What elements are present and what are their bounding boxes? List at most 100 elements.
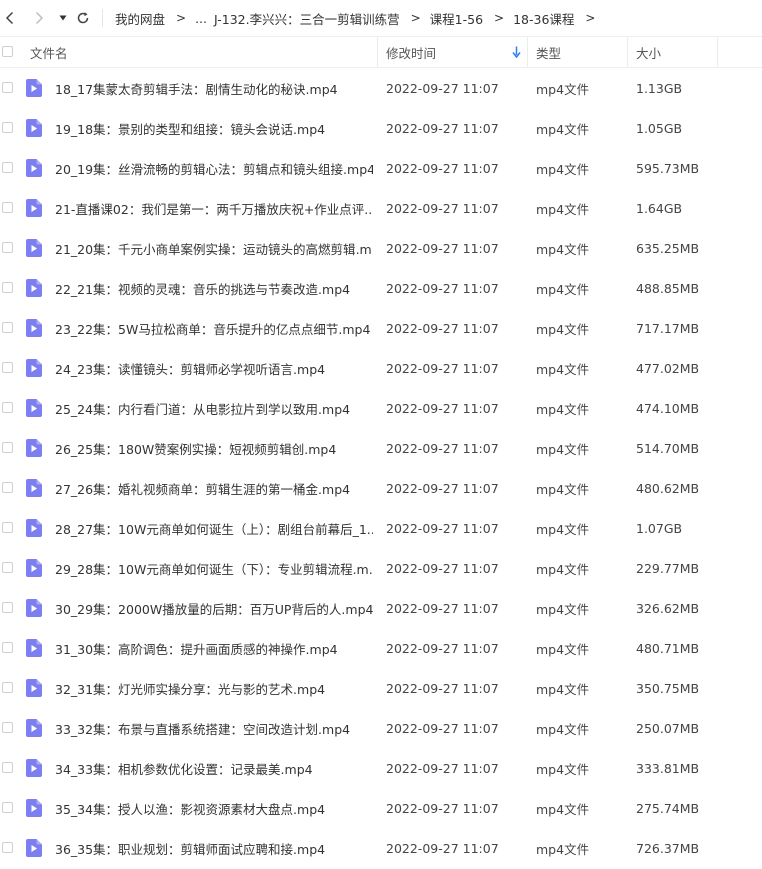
file-name: 34_33集：相机参数优化设置：记录最美.mp4 (55, 761, 313, 777)
file-row[interactable]: 25_24集：内行看门道：从电影拉片到学以致用.mp4 2022-09-27 1… (0, 388, 762, 428)
file-row[interactable]: 30_29集：2000W播放量的后期：百万UP背后的人.mp4 2022-09-… (0, 588, 762, 628)
file-list: 18_17集蒙太奇剪辑手法：剧情生动化的秘诀.mp4 2022-09-27 11… (0, 68, 762, 868)
file-row[interactable]: 31_30集：高阶调色：提升画面质感的神操作.mp4 2022-09-27 11… (0, 628, 762, 668)
file-name: 27_26集：婚礼视频商单：剪辑生涯的第一桶金.mp4 (55, 481, 351, 497)
row-checkbox[interactable] (2, 202, 13, 213)
breadcrumb-item-collapsed[interactable]: ... (195, 11, 207, 26)
file-name: 31_30集：高阶调色：提升画面质感的神操作.mp4 (55, 641, 338, 657)
video-file-icon (26, 359, 42, 377)
file-row[interactable]: 29_28集：10W元商单如何诞生（下）：专业剪辑流程.m... 2022-09… (0, 548, 762, 588)
file-row[interactable]: 21-直播课02：我们是第一：两千万播放庆祝+作业点评.... 2022-09-… (0, 188, 762, 228)
row-checkbox[interactable] (2, 322, 13, 333)
row-checkbox[interactable] (2, 842, 13, 853)
history-dropdown-button[interactable] (57, 0, 69, 36)
file-row[interactable]: 28_27集：10W元商单如何诞生（上）：剧组台前幕后_1.... 2022-0… (0, 508, 762, 548)
breadcrumb-separator: > (176, 11, 187, 25)
file-size: 326.62MB (636, 600, 700, 616)
file-modified-time: 2022-09-27 11:07 (386, 600, 499, 616)
file-size: 1.07GB (636, 520, 683, 536)
file-modified-time: 2022-09-27 11:07 (386, 800, 499, 816)
video-file-icon (26, 679, 42, 697)
file-type: mp4文件 (536, 241, 590, 257)
file-size: 275.74MB (636, 800, 700, 816)
file-modified-time: 2022-09-27 11:07 (386, 280, 499, 296)
file-row[interactable]: 23_22集：5W马拉松商单：音乐提升的亿点点细节.mp4 2022-09-27… (0, 308, 762, 348)
sort-desc-button[interactable] (512, 37, 521, 67)
file-type: mp4文件 (536, 721, 590, 737)
file-size: 717.17MB (636, 320, 700, 336)
file-row[interactable]: 32_31集：灯光师实操分享：光与影的艺术.mp4 2022-09-27 11:… (0, 668, 762, 708)
row-checkbox[interactable] (2, 522, 13, 533)
video-file-icon (26, 719, 42, 737)
caret-down-icon (59, 15, 67, 21)
refresh-icon (77, 12, 89, 24)
breadcrumb: 我的网盘 > ... J-132.李兴兴：三合一剪辑训练营 > 课程1-56 >… (115, 0, 604, 36)
row-checkbox[interactable] (2, 122, 13, 133)
select-all-checkbox[interactable] (2, 46, 13, 57)
file-name: 29_28集：10W元商单如何诞生（下）：专业剪辑流程.m... (55, 561, 373, 577)
column-header-size[interactable]: 大小 (636, 37, 661, 67)
breadcrumb-separator: > (585, 11, 596, 25)
row-checkbox[interactable] (2, 562, 13, 573)
column-header-type[interactable]: 类型 (536, 37, 561, 67)
column-divider[interactable] (527, 37, 528, 67)
row-checkbox[interactable] (2, 402, 13, 413)
column-divider[interactable] (377, 37, 378, 67)
file-name: 24_23集：读懂镜头：剪辑师必学视听语言.mp4 (55, 361, 326, 377)
row-checkbox[interactable] (2, 762, 13, 773)
column-header-name[interactable]: 文件名 (30, 37, 68, 67)
breadcrumb-item-root[interactable]: 我的网盘 (115, 9, 165, 28)
breadcrumb-item-current[interactable]: 18-36课程 (513, 9, 574, 28)
row-checkbox[interactable] (2, 802, 13, 813)
video-file-icon (26, 599, 42, 617)
file-type: mp4文件 (536, 801, 590, 817)
file-size: 480.71MB (636, 640, 700, 656)
file-modified-time: 2022-09-27 11:07 (386, 840, 499, 856)
video-file-icon (26, 759, 42, 777)
file-name: 30_29集：2000W播放量的后期：百万UP背后的人.mp4 (55, 601, 373, 617)
row-checkbox[interactable] (2, 282, 13, 293)
row-checkbox[interactable] (2, 722, 13, 733)
file-type: mp4文件 (536, 481, 590, 497)
file-type: mp4文件 (536, 601, 590, 617)
file-row[interactable]: 21_20集：千元小商单案例实操：运动镜头的高燃剪辑.m... 2022-09-… (0, 228, 762, 268)
file-size: 250.07MB (636, 720, 700, 736)
file-row[interactable]: 34_33集：相机参数优化设置：记录最美.mp4 2022-09-27 11:0… (0, 748, 762, 788)
file-row[interactable]: 36_35集：职业规划：剪辑师面试应聘和接.mp4 2022-09-27 11:… (0, 828, 762, 868)
row-checkbox[interactable] (2, 362, 13, 373)
back-button[interactable] (0, 0, 20, 36)
row-checkbox[interactable] (2, 442, 13, 453)
file-type: mp4文件 (536, 401, 590, 417)
file-row[interactable]: 19_18集：景别的类型和组接：镜头会说话.mp4 2022-09-27 11:… (0, 108, 762, 148)
file-modified-time: 2022-09-27 11:07 (386, 760, 499, 776)
row-checkbox[interactable] (2, 242, 13, 253)
forward-button[interactable] (31, 0, 47, 36)
file-modified-time: 2022-09-27 11:07 (386, 680, 499, 696)
breadcrumb-item-lessons[interactable]: 课程1-56 (430, 9, 483, 28)
column-divider[interactable] (627, 37, 628, 67)
file-modified-time: 2022-09-27 11:07 (386, 480, 499, 496)
column-header-modified[interactable]: 修改时间 (386, 37, 436, 67)
file-type: mp4文件 (536, 441, 590, 457)
breadcrumb-item-course[interactable]: J-132.李兴兴：三合一剪辑训练营 (214, 9, 400, 28)
file-type: mp4文件 (536, 201, 590, 217)
file-row[interactable]: 24_23集：读懂镜头：剪辑师必学视听语言.mp4 2022-09-27 11:… (0, 348, 762, 388)
row-checkbox[interactable] (2, 162, 13, 173)
row-checkbox[interactable] (2, 642, 13, 653)
row-checkbox[interactable] (2, 82, 13, 93)
file-row[interactable]: 35_34集：授人以渔：影视资源素材大盘点.mp4 2022-09-27 11:… (0, 788, 762, 828)
column-divider[interactable] (717, 37, 718, 67)
row-checkbox[interactable] (2, 602, 13, 613)
sort-desc-arrow-icon (512, 46, 521, 58)
file-name: 23_22集：5W马拉松商单：音乐提升的亿点点细节.mp4 (55, 321, 371, 337)
file-row[interactable]: 33_32集：布景与直播系统搭建：空间改造计划.mp4 2022-09-27 1… (0, 708, 762, 748)
file-row[interactable]: 20_19集：丝滑流畅的剪辑心法：剪辑点和镜头组接.mp4 2022-09-27… (0, 148, 762, 188)
file-row[interactable]: 27_26集：婚礼视频商单：剪辑生涯的第一桶金.mp4 2022-09-27 1… (0, 468, 762, 508)
file-row[interactable]: 18_17集蒙太奇剪辑手法：剧情生动化的秘诀.mp4 2022-09-27 11… (0, 68, 762, 108)
file-row[interactable]: 22_21集：视频的灵魂：音乐的挑选与节奏改造.mp4 2022-09-27 1… (0, 268, 762, 308)
refresh-button[interactable] (74, 0, 92, 36)
row-checkbox[interactable] (2, 682, 13, 693)
row-checkbox[interactable] (2, 482, 13, 493)
file-row[interactable]: 26_25集：180W赞案例实操：短视频剪辑创.mp4 2022-09-27 1… (0, 428, 762, 468)
file-name: 32_31集：灯光师实操分享：光与影的艺术.mp4 (55, 681, 326, 697)
